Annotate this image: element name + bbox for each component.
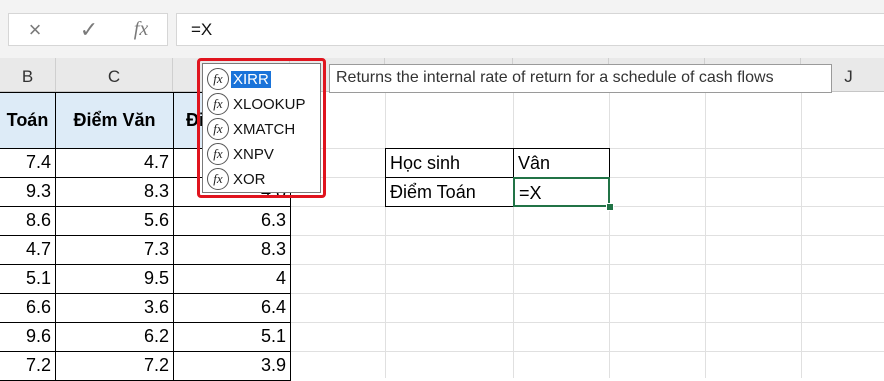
formula-bar-buttons: × ✓ fx xyxy=(8,13,168,46)
table-cell[interactable]: 5.1 xyxy=(173,322,291,352)
table-cell[interactable]: 5.6 xyxy=(55,206,174,236)
table-cell[interactable]: 5.1 xyxy=(0,264,56,294)
column-header-c[interactable]: C xyxy=(56,58,173,91)
table-cell[interactable]: 8.3 xyxy=(55,177,174,207)
table-cell[interactable]: 7.2 xyxy=(55,351,174,381)
column-header-b[interactable]: B xyxy=(0,58,56,91)
table-cell[interactable]: 6.4 xyxy=(173,293,291,323)
enter-icon[interactable]: ✓ xyxy=(69,14,109,45)
table-cell[interactable]: 7.3 xyxy=(55,235,174,265)
formula-input[interactable]: =X xyxy=(176,13,884,46)
table-cell[interactable]: 6.6 xyxy=(0,293,56,323)
table-cell[interactable]: 3.6 xyxy=(55,293,174,323)
insert-function-icon[interactable]: fx xyxy=(121,14,161,45)
table-cell[interactable]: 4.7 xyxy=(0,235,56,265)
table-cell[interactable]: 6.3 xyxy=(173,206,291,236)
cancel-icon[interactable]: × xyxy=(15,14,55,45)
table-cell[interactable]: 6.2 xyxy=(55,322,174,352)
function-tooltip: Returns the internal rate of return for … xyxy=(329,64,832,93)
table-cell[interactable]: 9.6 xyxy=(0,322,56,352)
table-cell[interactable]: 9.3 xyxy=(0,177,56,207)
side-value-student[interactable]: Vân xyxy=(513,148,610,178)
table-cell[interactable]: 4.7 xyxy=(55,148,174,178)
header-cell-toan[interactable]: Toán xyxy=(0,92,56,149)
table-cell[interactable]: 9.5 xyxy=(55,264,174,294)
fill-handle[interactable] xyxy=(606,203,614,211)
table-cell[interactable]: 8.6 xyxy=(0,206,56,236)
side-label-diem-toan[interactable]: Điểm Toán xyxy=(385,177,514,207)
table-cell[interactable]: 3.9 xyxy=(173,351,291,381)
table-cell[interactable]: 7.4 xyxy=(0,148,56,178)
highlight-box xyxy=(197,58,326,198)
side-label-hoc-sinh[interactable]: Học sinh xyxy=(385,148,514,178)
header-cell-diem-van[interactable]: Điểm Văn xyxy=(55,92,174,149)
table-cell[interactable]: 4 xyxy=(173,264,291,294)
active-cell[interactable]: =X xyxy=(513,177,610,207)
table-cell[interactable]: 7.2 xyxy=(0,351,56,381)
table-cell[interactable]: 8.3 xyxy=(173,235,291,265)
